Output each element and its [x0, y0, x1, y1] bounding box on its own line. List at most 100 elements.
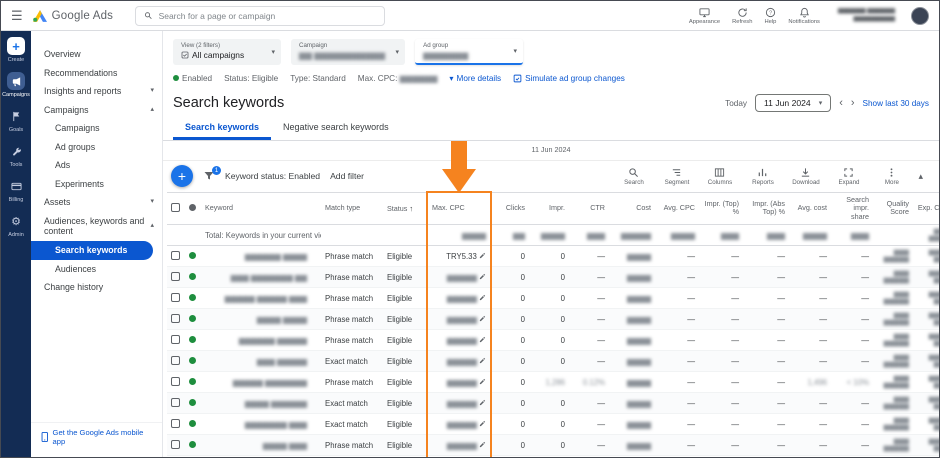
table-row[interactable]: ▆▆▆ ▆▆▆▆▆▆▆ ▆▆ Phrase match Eligible ▆▆▆▆▆ …	[167, 266, 939, 289]
edit-icon[interactable]	[479, 294, 486, 301]
tab-search-keywords[interactable]: Search keywords	[173, 117, 272, 140]
row-checkbox[interactable]	[171, 271, 180, 281]
add-keyword-button[interactable]: +	[171, 165, 193, 187]
edit-icon[interactable]	[479, 420, 486, 427]
table-row[interactable]: ▆▆▆▆▆ ▆▆▆▆▆▆▆ Phrase match Eligible ▆▆▆▆▆ 0…	[167, 371, 939, 394]
col-clicks[interactable]: Clicks	[491, 191, 529, 226]
rail-item-admin[interactable]: ⚙ Admin	[1, 212, 31, 239]
edit-icon[interactable]	[479, 441, 486, 448]
cell-max-cpc[interactable]: ▆▆▆▆▆	[426, 308, 492, 331]
table-row[interactable]: ▆▆▆ ▆▆▆▆▆ Exact match Eligible ▆▆▆▆▆ 0 0— ▆▆▆…	[167, 350, 939, 373]
col-keyword[interactable]: Keyword	[201, 191, 321, 226]
simulate-changes-link[interactable]: Simulate ad group changes	[513, 74, 625, 83]
table-row[interactable]: ▆▆▆▆▆▆ ▆▆▆▆▆ Phrase match Eligible ▆▆▆▆▆ 00…	[167, 329, 939, 352]
cell-max-cpc[interactable]: ▆▆▆▆▆	[426, 329, 492, 352]
col-avg-cost[interactable]: Avg. cost	[789, 191, 831, 226]
sidebar-item-ads[interactable]: Ads	[31, 156, 162, 175]
cell-max-cpc[interactable]: ▆▆▆▆▆	[426, 455, 492, 457]
col-impr-abs-top[interactable]: Impr. (Abs Top) %	[743, 191, 789, 226]
edit-icon[interactable]	[479, 315, 486, 322]
sidebar-item-experiments[interactable]: Experiments	[31, 175, 162, 194]
rail-item-billing[interactable]: Billing	[1, 177, 31, 203]
col-max-cpc[interactable]: Max. CPC	[426, 191, 492, 226]
table-search-button[interactable]: Search	[617, 167, 650, 186]
ad-group-selector[interactable]: Ad group ▆▆▆▆▆▆▆ ▾	[415, 39, 524, 65]
edit-icon[interactable]	[479, 252, 486, 259]
date-next-icon[interactable]: ›	[851, 97, 855, 109]
date-prev-icon[interactable]: ‹	[839, 97, 843, 109]
edit-icon[interactable]	[479, 399, 486, 406]
sidebar-item-recommendations[interactable]: Recommendations	[31, 64, 162, 83]
cell-max-cpc[interactable]: ▆▆▆▆▆	[426, 392, 492, 415]
collapse-table-icon[interactable]: ▴	[918, 171, 923, 182]
row-checkbox[interactable]	[171, 292, 180, 302]
row-checkbox[interactable]	[171, 439, 180, 449]
appearance-button[interactable]: Appearance	[689, 7, 720, 25]
notifications-button[interactable]: Notifications	[788, 7, 820, 25]
mobile-app-link[interactable]: Get the Google Ads mobile app	[31, 422, 162, 451]
sidebar-item-assets[interactable]: Assets ▾	[31, 193, 162, 212]
sidebar-item-change-history[interactable]: Change history	[31, 278, 162, 297]
search-input[interactable]	[158, 10, 377, 21]
rail-item-goals[interactable]: Goals	[1, 107, 31, 133]
sidebar-item-insights-and-reports[interactable]: Insights and reports ▾	[31, 82, 162, 101]
row-checkbox[interactable]	[171, 418, 180, 428]
more-details-link[interactable]: ▾ More details	[449, 73, 501, 84]
col-status[interactable]: Status ↑	[383, 191, 427, 226]
row-checkbox[interactable]	[171, 250, 180, 260]
col-ctr[interactable]: CTR	[569, 191, 609, 226]
rail-item-campaigns[interactable]: Campaigns	[1, 72, 31, 98]
sidebar-item-ad-groups[interactable]: Ad groups	[31, 138, 162, 157]
tab-negative-search-keywords[interactable]: Negative search keywords	[271, 117, 401, 140]
cell-max-cpc[interactable]: TRY5.33	[426, 245, 492, 268]
cell-max-cpc[interactable]: ▆▆▆▆▆	[426, 266, 492, 289]
avatar[interactable]	[911, 6, 929, 25]
table-row[interactable]: ▆▆▆▆▆ ▆▆▆▆Phrase matchEligible▆▆▆▆▆ 00—▆…	[167, 455, 939, 457]
rail-item-create[interactable]: + Create	[1, 37, 31, 63]
rail-item-tools[interactable]: Tools	[1, 142, 31, 168]
col-search-impr-share[interactable]: Search impr. share	[831, 191, 873, 226]
segment-button[interactable]: Segment	[660, 167, 693, 186]
columns-button[interactable]: Columns	[703, 167, 736, 186]
edit-icon[interactable]	[479, 378, 486, 385]
more-button[interactable]: More	[875, 167, 908, 186]
col-avg-cpc[interactable]: Avg. CPC	[655, 191, 699, 226]
edit-icon[interactable]	[479, 336, 486, 343]
help-button[interactable]: ? Help	[764, 7, 776, 25]
hamburger-menu-icon[interactable]: ☰	[11, 8, 23, 24]
col-impr[interactable]: Impr.	[529, 191, 569, 226]
view-selector[interactable]: View (2 filters) All campaigns ▾	[173, 39, 281, 65]
table-row[interactable]: ▆▆▆▆ ▆▆▆ Phrase match Eligible ▆▆▆▆▆ 0 0— ▆▆▆…	[167, 434, 939, 457]
sidebar-item-audiences-keywords-and-content[interactable]: Audiences, keywords and content ▴	[31, 212, 162, 241]
reports-button[interactable]: Reports	[746, 167, 779, 186]
col-cost[interactable]: Cost	[609, 191, 655, 226]
filter-button[interactable]: 1	[203, 166, 221, 182]
sidebar-item-search-keywords[interactable]: Search keywords	[31, 241, 153, 260]
cell-max-cpc[interactable]: ▆▆▆▆	[426, 224, 492, 247]
global-search[interactable]	[135, 5, 386, 26]
table-row[interactable]: ▆▆▆▆▆▆▆ ▆▆▆ Exact match Eligible ▆▆▆▆▆ 0 0— ▆…	[167, 413, 939, 436]
refresh-button[interactable]: Refresh	[732, 7, 752, 25]
table-row[interactable]: ▆▆▆▆▆ ▆▆▆▆▆ ▆▆▆ Phrase match Eligible ▆▆▆▆▆…	[167, 287, 939, 310]
col-impr-top[interactable]: Impr. (Top) %	[699, 191, 743, 226]
download-button[interactable]: Download	[789, 167, 822, 186]
sidebar-item-campaigns[interactable]: Campaigns	[31, 119, 162, 138]
show-last-30-days-link[interactable]: Show last 30 days	[863, 99, 929, 108]
filter-chip-keyword-status[interactable]: Keyword status: Enabled	[225, 171, 320, 181]
table-row[interactable]: ▆▆▆▆ ▆▆▆▆ Phrase match Eligible ▆▆▆▆▆ 0 0— ▆▆…	[167, 308, 939, 331]
cell-max-cpc[interactable]: ▆▆▆▆▆	[426, 287, 492, 310]
select-all-checkbox[interactable]	[171, 202, 180, 212]
cell-max-cpc[interactable]: ▆▆▆▆▆	[426, 371, 492, 394]
cell-max-cpc[interactable]: ▆▆▆▆▆	[426, 413, 492, 436]
table-row[interactable]: ▆▆▆▆ ▆▆▆▆▆▆ Exact match Eligible ▆▆▆▆▆ 0 0— ▆…	[167, 392, 939, 415]
row-checkbox[interactable]	[171, 376, 180, 386]
date-picker[interactable]: 11 Jun 2024 ▾	[755, 94, 832, 112]
table-row[interactable]: ▆▆▆▆▆▆ ▆▆▆▆ Phrase match Eligible TRY5.33 0…	[167, 245, 939, 268]
edit-icon[interactable]	[479, 273, 486, 280]
sidebar-item-overview[interactable]: Overview	[31, 45, 162, 64]
col-match-type[interactable]: Match type	[321, 191, 383, 226]
col-exp-ctr[interactable]: Exp. CTR	[913, 191, 939, 226]
cell-max-cpc[interactable]: ▆▆▆▆▆	[426, 434, 492, 457]
sidebar-item-campaigns[interactable]: Campaigns ▴	[31, 101, 162, 120]
expand-button[interactable]: Expand	[832, 167, 865, 186]
